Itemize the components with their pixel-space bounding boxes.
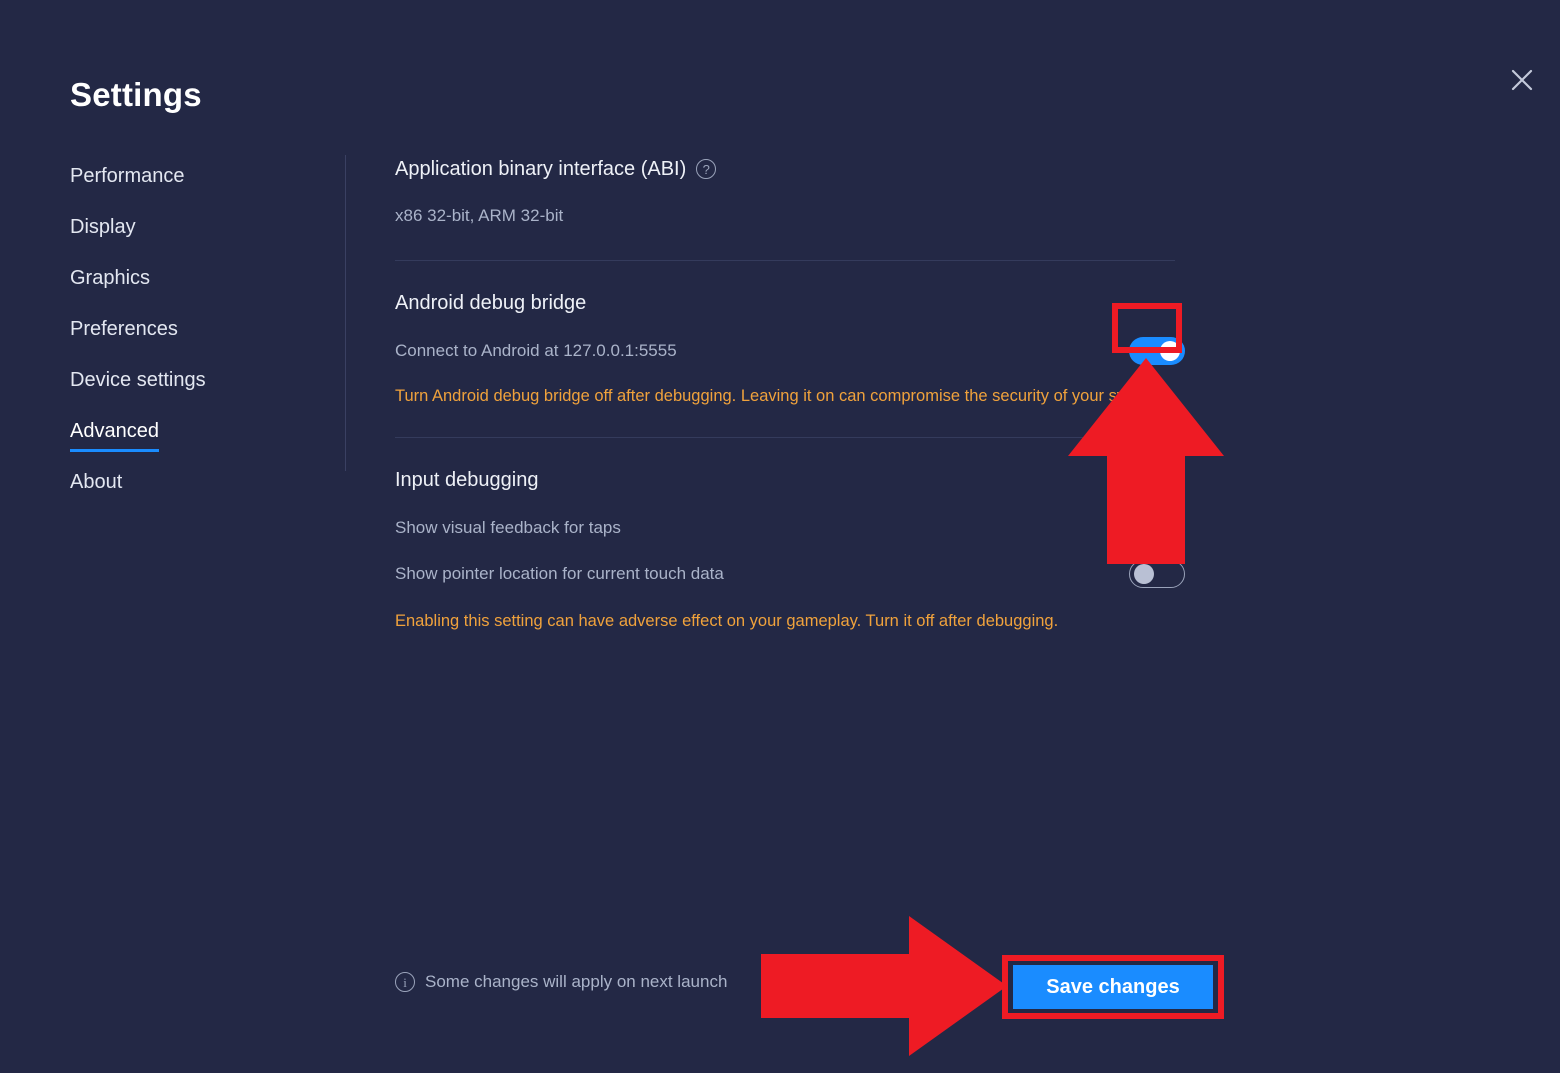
info-circle-icon: i — [395, 972, 415, 992]
input-debugging-warning: Enabling this setting can have adverse e… — [395, 612, 1059, 630]
page-title: Settings — [70, 76, 202, 113]
settings-dialog: Settings Performance Display Graphics Pr… — [0, 0, 1560, 1073]
footer-note-label: Some changes will apply on next launch — [425, 972, 728, 991]
adb-toggle-knob — [1160, 341, 1180, 361]
sidebar-item-performance[interactable]: Performance — [70, 163, 185, 190]
input-taps-row: Show visual feedback for taps — [395, 514, 1185, 542]
adb-description: Connect to Android at 127.0.0.1:5555 — [395, 341, 677, 360]
adb-row: Connect to Android at 127.0.0.1:5555 — [395, 337, 1185, 365]
input-taps-label: Show visual feedback for taps — [395, 518, 621, 537]
input-pointer-row: Show pointer location for current touch … — [395, 560, 1185, 588]
sidebar-content-divider — [345, 155, 346, 471]
sidebar-item-graphics[interactable]: Graphics — [70, 265, 150, 292]
sidebar-item-about[interactable]: About — [70, 469, 122, 496]
advanced-settings-panel: Application binary interface (ABI) ? x86… — [395, 155, 1185, 632]
help-circle-icon[interactable]: ? — [696, 159, 717, 179]
sidebar-item-preferences[interactable]: Preferences — [70, 316, 178, 343]
abi-value: x86 32-bit, ARM 32-bit — [395, 206, 564, 225]
section-divider-2 — [395, 437, 1175, 438]
abi-title-label: Application binary interface (ABI) — [395, 158, 687, 180]
adb-section-title: Android debug bridge — [395, 292, 587, 314]
close-button[interactable] — [1500, 58, 1544, 102]
close-icon — [1511, 69, 1533, 91]
section-divider-1 — [395, 260, 1175, 261]
input-taps-toggle-knob — [1134, 517, 1154, 538]
footer-note: i Some changes will apply on next launch — [395, 972, 727, 992]
settings-sidebar: Performance Display Graphics Preferences… — [70, 163, 330, 520]
input-debugging-section-title: Input debugging — [395, 469, 539, 491]
sidebar-item-display[interactable]: Display — [70, 214, 136, 241]
input-taps-toggle[interactable] — [1129, 514, 1185, 542]
input-pointer-label: Show pointer location for current touch … — [395, 564, 724, 583]
sidebar-item-advanced[interactable]: Advanced — [70, 418, 159, 452]
abi-section-title: Application binary interface (ABI) ? — [395, 155, 1185, 183]
input-pointer-toggle-knob — [1134, 563, 1154, 584]
input-pointer-toggle[interactable] — [1129, 560, 1185, 588]
adb-toggle[interactable] — [1129, 337, 1185, 365]
sidebar-item-device-settings[interactable]: Device settings — [70, 367, 206, 394]
adb-warning: Turn Android debug bridge off after debu… — [395, 387, 1166, 405]
save-changes-button[interactable]: Save changes — [1013, 965, 1213, 1009]
